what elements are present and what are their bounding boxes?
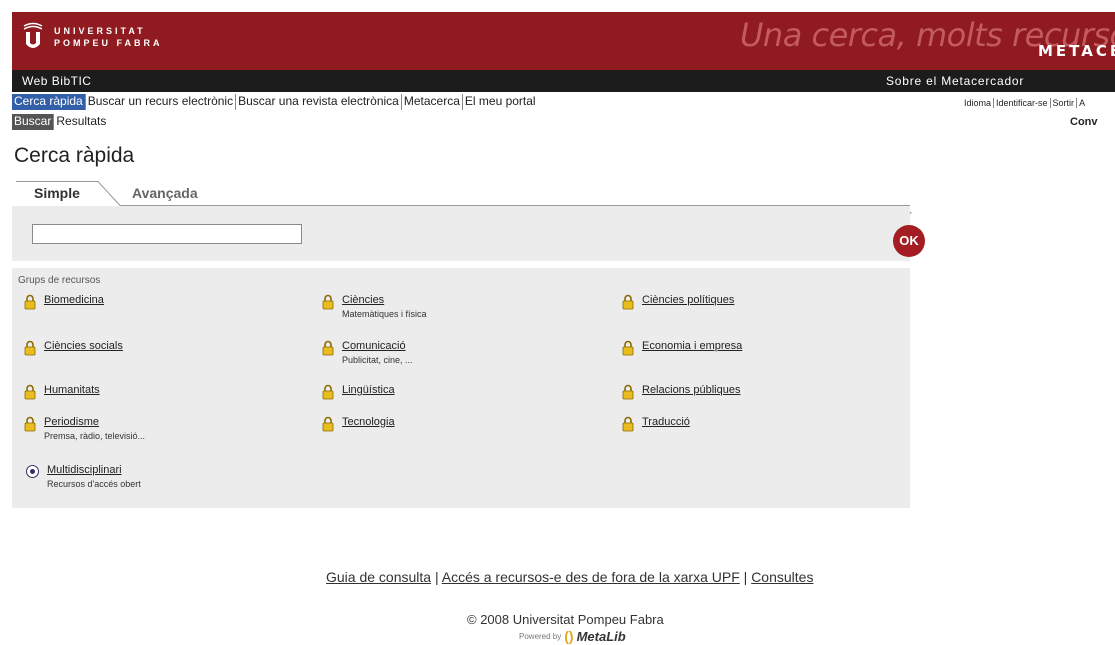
group-name[interactable]: Periodisme: [44, 416, 145, 429]
group-item-periodisme[interactable]: Periodisme Premsa, ràdio, televisió...: [24, 416, 145, 442]
group-name[interactable]: Ciències polítiques: [642, 294, 734, 307]
brand-name: METACERCADO: [1038, 42, 1115, 60]
lock-icon: [622, 340, 634, 356]
nav-results[interactable]: Resultats: [54, 114, 108, 130]
group-item-ciencies[interactable]: Ciències Matemàtiques i física: [322, 294, 427, 320]
page-title: Cerca ràpida: [14, 144, 135, 167]
group-item-multidisciplinari[interactable]: Multidisciplinari Recursos d'accés obert: [20, 464, 141, 490]
guide-link[interactable]: Guia de consulta: [326, 569, 431, 585]
group-name[interactable]: Lingüística: [342, 384, 395, 397]
lock-icon: [622, 294, 634, 310]
nav-my-portal[interactable]: El meu portal: [463, 94, 538, 110]
group-item-ciencies-politiques[interactable]: Ciències polítiques: [622, 294, 734, 310]
site-name: Web BibTIC: [22, 74, 92, 88]
group-subtitle: Premsa, ràdio, televisió...: [44, 431, 146, 441]
lock-icon: [322, 340, 334, 356]
group-subtitle: Publicitat, cine, ...: [342, 355, 413, 365]
group-item-ciencies-socials[interactable]: Ciències socials: [24, 340, 123, 356]
groups-title: Grups de recursos: [18, 275, 101, 286]
metalib-label: MetaLib: [576, 628, 626, 644]
selected-radio-icon[interactable]: [26, 465, 39, 478]
copyright: © 2008 Universitat Pompeu Fabra: [467, 612, 664, 627]
language-link[interactable]: Idioma: [962, 98, 995, 108]
logo-line2: POMPEU FABRA: [54, 38, 163, 48]
lock-icon: [622, 416, 634, 432]
group-name[interactable]: Traducció: [642, 416, 690, 429]
nav-find-resource[interactable]: Buscar un recurs electrònic: [86, 94, 237, 110]
logout-link[interactable]: Sortir: [1050, 98, 1078, 108]
group-item-relacions-publiques[interactable]: Relacions públiques: [622, 384, 740, 400]
lock-icon: [322, 294, 334, 310]
group-name[interactable]: Biomedicina: [44, 294, 104, 307]
lock-icon: [24, 340, 36, 356]
powered-by-label: Powered by: [519, 631, 562, 641]
truncated-link[interactable]: A: [1077, 98, 1087, 108]
university-logo[interactable]: UNIVERSITAT POMPEU FABRA: [22, 22, 163, 52]
resource-groups-panel: [12, 268, 910, 508]
footer-links: Guia de consulta | Accés a recursos-e de…: [326, 569, 813, 585]
lock-icon: [24, 294, 36, 310]
nav-search[interactable]: Buscar: [12, 114, 55, 130]
group-item-economia[interactable]: Economia i empresa: [622, 340, 742, 356]
powered-by: Powered by () MetaLib: [519, 628, 626, 644]
upf-shield-icon: [22, 22, 44, 52]
group-name[interactable]: Ciències: [342, 294, 427, 307]
group-item-linguistica[interactable]: Lingüística: [322, 384, 395, 400]
primary-nav: Cerca ràpida Buscar un recurs electrònic…: [12, 94, 538, 110]
separator: |: [434, 569, 442, 585]
remote-access-link[interactable]: Accés a recursos-e des de fora de la xar…: [442, 569, 740, 585]
tab-simple[interactable]: Simple: [16, 181, 120, 206]
group-name[interactable]: Multidisciplinari: [47, 464, 141, 477]
group-subtitle: Matemàtiques i física: [342, 309, 427, 319]
login-link[interactable]: Identificar-se: [994, 98, 1051, 108]
lock-icon: [322, 384, 334, 400]
group-name[interactable]: Relacions públiques: [642, 384, 740, 397]
tab-simple-label: Simple: [34, 185, 80, 201]
logo-line1: UNIVERSITAT: [54, 26, 146, 36]
header-banner: UNIVERSITAT POMPEU FABRA Una cerca, molt…: [12, 12, 1115, 70]
group-item-traduccio[interactable]: Traducció: [622, 416, 690, 432]
nav-quick-search[interactable]: Cerca ràpida: [12, 94, 86, 110]
group-name[interactable]: Tecnologia: [342, 416, 395, 429]
ok-button[interactable]: OK: [893, 225, 925, 257]
lock-icon: [24, 416, 36, 432]
utility-links: Idioma Identificar-se Sortir A: [962, 98, 1087, 108]
search-input[interactable]: [32, 224, 302, 244]
group-name[interactable]: Comunicació: [342, 340, 413, 353]
lock-icon: [24, 384, 36, 400]
group-name[interactable]: Ciències socials: [44, 340, 123, 353]
contact-link[interactable]: Consultes: [751, 569, 813, 585]
secondary-nav: Buscar Resultats: [12, 114, 108, 130]
nav-metasearch[interactable]: Metacerca: [402, 94, 463, 110]
nav-find-journal[interactable]: Buscar una revista electrònica: [236, 94, 402, 110]
group-item-humanitats[interactable]: Humanitats: [24, 384, 100, 400]
lock-icon: [622, 384, 634, 400]
metalib-logo-icon: (): [564, 628, 574, 644]
group-subtitle: Recursos d'accés obert: [47, 479, 141, 489]
lock-icon: [322, 416, 334, 432]
group-item-biomedicina[interactable]: Biomedicina: [24, 294, 104, 310]
group-name[interactable]: Economia i empresa: [642, 340, 742, 353]
group-item-comunicacio[interactable]: Comunicació Publicitat, cine, ...: [322, 340, 413, 366]
tab-advanced[interactable]: Avançada: [132, 185, 198, 201]
about-link[interactable]: Sobre el Metacercador: [886, 74, 1024, 88]
group-item-tecnologia[interactable]: Tecnologia: [322, 416, 395, 432]
sub-header-bar: Web BibTIC Sobre el Metacercador: [12, 70, 1115, 92]
group-name[interactable]: Humanitats: [44, 384, 100, 397]
truncated-text: Conv: [1070, 116, 1098, 128]
